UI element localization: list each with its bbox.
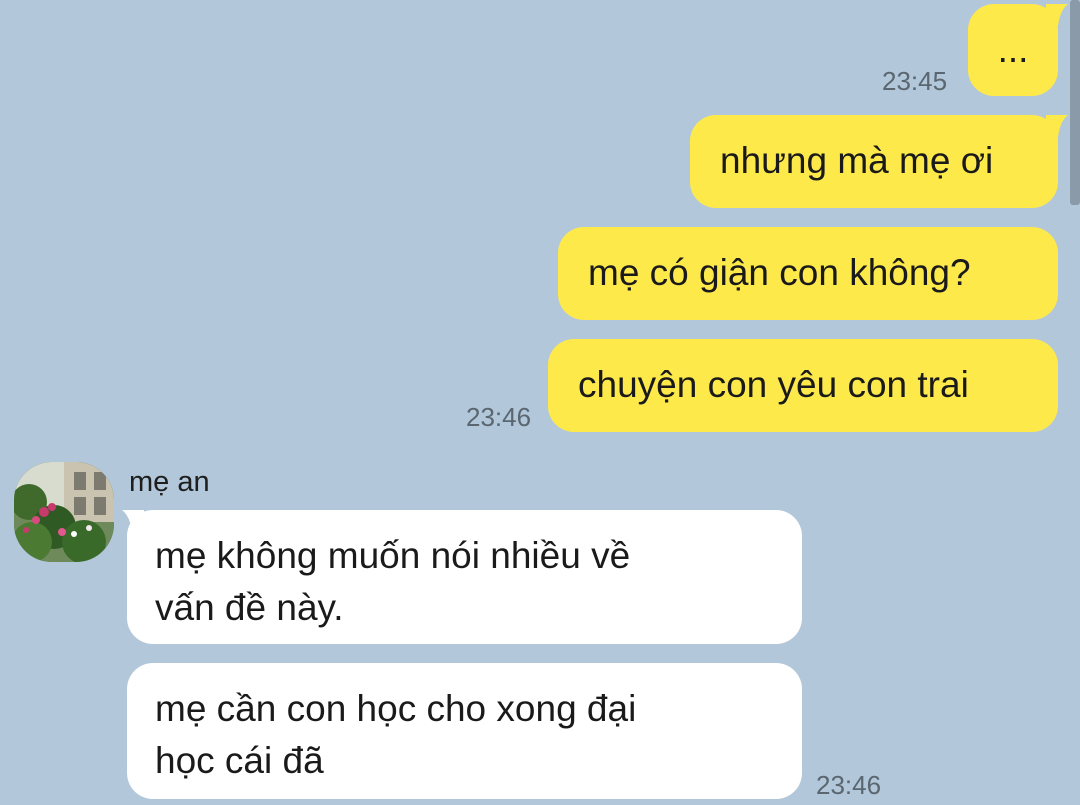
message-timestamp: 23:46 bbox=[466, 402, 532, 432]
avatar-photo-icon bbox=[14, 462, 114, 562]
outgoing-message-bubble[interactable]: chuyện con yêu con trai bbox=[548, 339, 1058, 432]
sender-name: mẹ an bbox=[129, 466, 210, 498]
chat-message-list[interactable]: ... 23:45 nhưng mà mẹ ơi mẹ có giận con … bbox=[0, 0, 1080, 805]
incoming-message-bubble[interactable]: mẹ không muốn nói nhiều về vấn đề này. bbox=[127, 510, 802, 644]
outgoing-message-bubble[interactable]: nhưng mà mẹ ơi bbox=[690, 115, 1058, 208]
scrollbar[interactable] bbox=[1070, 0, 1080, 205]
bubble-tail-icon bbox=[1046, 4, 1068, 26]
message-timestamp: 23:46 bbox=[816, 770, 882, 800]
message-text: mẹ không muốn nói nhiều về vấn đề này. bbox=[155, 535, 631, 628]
message-text: chuyện con yêu con trai bbox=[578, 364, 969, 405]
outgoing-message-bubble[interactable]: ... bbox=[968, 4, 1058, 96]
incoming-message-bubble[interactable]: mẹ cần con học cho xong đại học cái đã bbox=[127, 663, 802, 799]
sender-avatar[interactable] bbox=[14, 462, 114, 562]
message-timestamp: 23:45 bbox=[882, 66, 948, 96]
message-text: nhưng mà mẹ ơi bbox=[720, 140, 994, 181]
message-text: mẹ cần con học cho xong đại học cái đã bbox=[155, 688, 637, 781]
message-text: mẹ có giận con không? bbox=[588, 252, 971, 293]
bubble-tail-icon bbox=[1046, 115, 1068, 137]
message-text: ... bbox=[997, 29, 1029, 70]
outgoing-message-bubble[interactable]: mẹ có giận con không? bbox=[558, 227, 1058, 320]
